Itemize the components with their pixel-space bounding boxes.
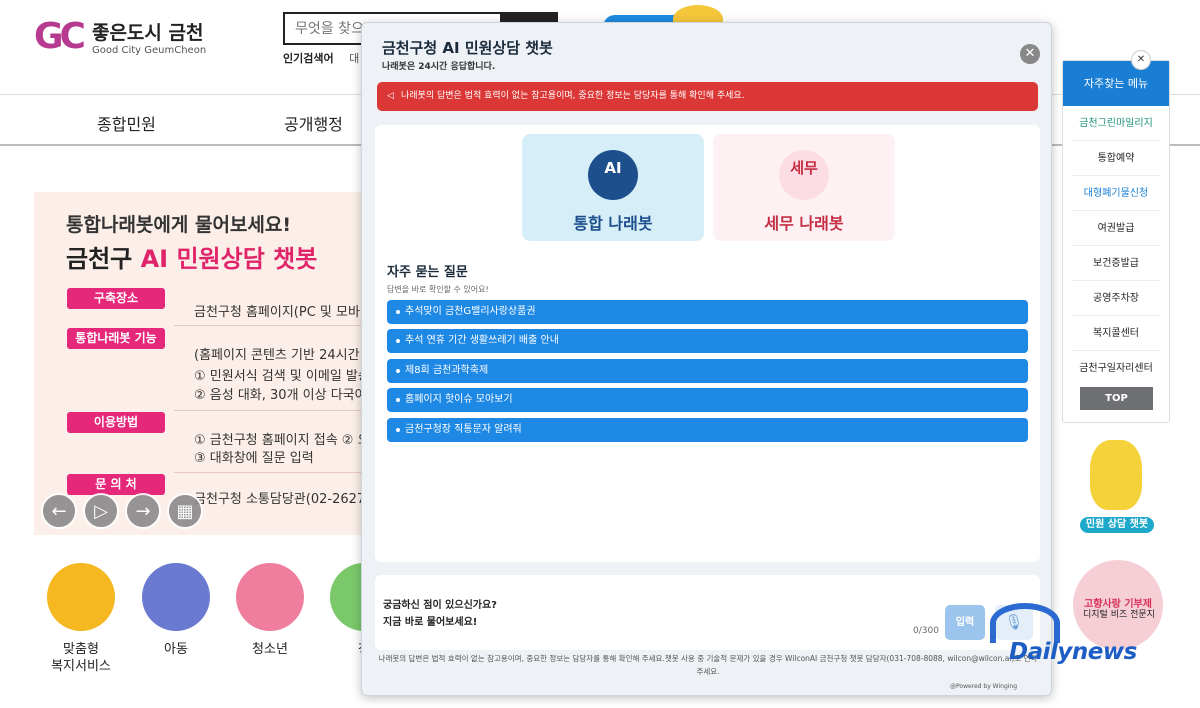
nav-item-admin[interactable]: 공개행정 <box>284 111 343 135</box>
quick-item[interactable]: 금천구일자리센터 <box>1071 351 1161 386</box>
slide-text: ③ 대화창에 질문 입력 <box>194 451 314 466</box>
close-button[interactable]: ✕ <box>1020 44 1040 64</box>
watermark-brand: Dailynews <box>1009 639 1137 665</box>
quick-menu-close-button[interactable]: ✕ <box>1131 50 1151 70</box>
chatbot-modal: 금천구청 AI 민원상담 챗봇 나래봇은 24시간 응답합니다. ✕ ◁ 나래봇… <box>361 22 1052 696</box>
quick-menu-title: 자주찾는 메뉴 <box>1063 61 1169 106</box>
watermark-logo-arc <box>990 603 1060 643</box>
disclaimer-text: 나래봇의 답변은 법적 효력이 없는 참고용이며, 중요한 정보는 담당자를 통… <box>378 654 1038 676</box>
chat-body: AI 통합 나래봇 세무 세무 나래봇 자주 묻는 질문 답변을 바로 확인할 … <box>375 125 1040 562</box>
faq-item[interactable]: 추석 연휴 기간 생활쓰레기 배출 안내 <box>387 329 1028 353</box>
promo-slide[interactable]: 통합나래봇에게 물어보세요! 금천구 AI 민원상담 챗봇 구축장소 금천구청 … <box>34 192 374 535</box>
play-icon: ▷ <box>94 500 108 522</box>
category-label: 맞춤형 복지서비스 <box>51 642 111 674</box>
logo-mark: GC <box>34 16 86 57</box>
slide-text: 금천구청 소통담당관(02-2627- <box>194 492 370 507</box>
slide-play-button[interactable]: ▷ <box>83 493 119 529</box>
notice-text: 나래봇의 답변은 법적 효력이 없는 참고용이며, 중요한 정보는 담당자를 통… <box>401 91 745 101</box>
arrow-left-icon: ← <box>51 500 67 522</box>
slide-text: 금천구청 홈페이지(PC 및 모바일 <box>194 305 372 320</box>
popular-keyword[interactable]: 대 <box>349 52 359 65</box>
category-youth[interactable]: 청소년 <box>235 563 305 658</box>
tax-bot-icon: 세무 <box>779 150 829 200</box>
quick-item[interactable]: 복지콜센터 <box>1071 316 1161 351</box>
quick-item[interactable]: 대형폐기물신청 <box>1071 176 1161 211</box>
divider <box>174 325 374 326</box>
category-welfare[interactable]: 맞춤형 복지서비스 <box>46 563 116 675</box>
slide-heading: 통합나래봇에게 물어보세요! <box>66 214 292 236</box>
divider <box>174 472 374 473</box>
watermark: 디지털 비즈 전문지 Dailynews <box>985 603 1165 673</box>
chat-input-placeholder[interactable]: 궁금하신 점이 있으신가요? 지금 바로 물어보세요! <box>383 597 497 631</box>
category-child[interactable]: 아동 <box>141 563 211 658</box>
close-icon: ✕ <box>1136 54 1146 65</box>
faq-title: 자주 묻는 질문 <box>387 265 468 280</box>
quick-item[interactable]: 여권발급 <box>1071 211 1161 246</box>
chatbot-launcher-button[interactable]: 민원 상담 챗봇 <box>1078 515 1156 535</box>
divider <box>174 410 374 411</box>
ai-bot-icon: AI <box>588 150 638 200</box>
site-logo[interactable]: GC 좋은도시 금천 Good City GeumCheon <box>34 16 206 57</box>
slide-text: (홈페이지 콘텐츠 기반 24시간 지 <box>194 348 374 363</box>
close-icon: ✕ <box>1024 46 1036 61</box>
heart-envelope-icon <box>47 563 115 631</box>
category-label: 아동 <box>164 642 188 657</box>
quick-menu: 자주찾는 메뉴 금천그린마일리지 통합예약 대형폐기물신청 여권발급 보건증발급… <box>1062 60 1170 423</box>
slide-list-button[interactable]: ▦ <box>167 493 203 529</box>
notice-banner: ◁ 나래봇의 답변은 법적 효력이 없는 참고용이며, 중요한 정보는 담당자를… <box>377 82 1038 111</box>
chatbot-mascot-icon[interactable] <box>1090 440 1142 510</box>
logo-title-kr: 좋은도시 금천 <box>91 21 204 44</box>
quick-item[interactable]: 통합예약 <box>1071 141 1161 176</box>
slide-pill-location: 구축장소 <box>67 288 165 309</box>
grid-icon: ▦ <box>176 500 194 522</box>
powered-by: @Powered by Winging <box>950 683 1018 690</box>
slide-pill-contact: 문 의 처 <box>67 474 165 495</box>
slide-text: ① 민원서식 검색 및 이메일 발송 <box>194 369 370 384</box>
popular-keywords: 인기검색어 대 <box>283 50 359 66</box>
quick-item[interactable]: 금천그린마일리지 <box>1071 106 1161 141</box>
arrow-right-icon: → <box>135 500 151 522</box>
child-icon <box>142 563 210 631</box>
bot-card-tax[interactable]: 세무 세무 나래봇 <box>713 134 895 241</box>
slide-next-button[interactable]: → <box>125 493 161 529</box>
bot-card-label: 세무 나래봇 <box>764 214 844 233</box>
megaphone-icon: ◁ <box>387 91 394 101</box>
quick-item[interactable]: 보건증발급 <box>1071 246 1161 281</box>
slide-text: ② 음성 대화, 30개 이상 다국어 i <box>194 388 374 403</box>
send-button[interactable]: 입력 <box>945 605 985 640</box>
faq-item[interactable]: 금천구청장 직통문자 알려줘 <box>387 418 1028 442</box>
faq-subtitle: 답변을 바로 확인할 수 있어요! <box>387 285 489 294</box>
modal-subtitle: 나래봇은 24시간 응답합니다. <box>382 62 496 72</box>
bot-card-label: 통합 나래봇 <box>573 214 653 233</box>
faq-item[interactable]: 추석맞이 금천G밸리사랑상품권 <box>387 300 1028 324</box>
popular-label: 인기검색어 <box>283 52 334 65</box>
slide-prev-button[interactable]: ← <box>41 493 77 529</box>
scroll-top-button[interactable]: TOP <box>1080 387 1153 410</box>
quick-item[interactable]: 공영주차장 <box>1071 281 1161 316</box>
modal-title: 금천구청 AI 민원상담 챗봇 <box>382 39 553 57</box>
faq-item[interactable]: 제8회 금천과학축제 <box>387 359 1028 383</box>
chat-input-area[interactable]: 궁금하신 점이 있으신가요? 지금 바로 물어보세요! 0/300 입력 🎙 <box>375 575 1040 650</box>
nav-item-civil[interactable]: 종합민원 <box>97 111 156 135</box>
slide-text: ① 금천구청 홈페이지 접속 ② 오 <box>194 433 370 448</box>
slide-pill-function: 통합나래봇 기능 <box>67 328 165 349</box>
char-counter: 0/300 <box>913 626 939 636</box>
slide-pill-usage: 이용방법 <box>67 412 165 433</box>
watermark-tagline: 디지털 비즈 전문지 <box>1083 610 1155 620</box>
category-label: 청소년 <box>252 642 288 657</box>
youth-icon <box>236 563 304 631</box>
logo-title-en: Good City GeumCheon <box>91 44 207 56</box>
faq-item[interactable]: 홈페이지 핫이슈 모아보기 <box>387 388 1028 412</box>
slide-title: 금천구 AI 민원상담 챗봇 <box>66 245 318 273</box>
bot-card-integrated[interactable]: AI 통합 나래봇 <box>522 134 704 241</box>
